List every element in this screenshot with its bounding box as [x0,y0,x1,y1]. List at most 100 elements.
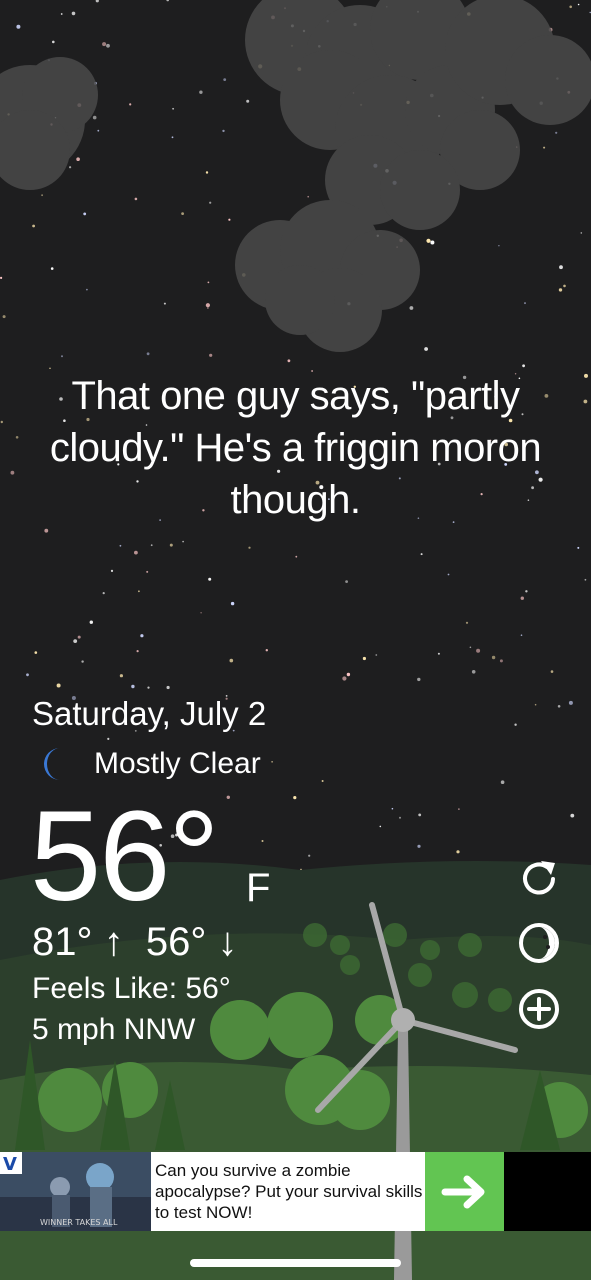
star [437,652,440,655]
star [26,673,29,677]
star [208,577,212,581]
star [226,795,230,799]
star [92,115,97,120]
add-icon [519,989,559,1029]
star [205,171,209,174]
ad-logo: V [3,1154,17,1175]
star [569,5,572,9]
star [56,683,61,688]
star [182,540,184,543]
crescent-moon-icon [44,748,60,780]
star [265,649,268,652]
star [568,700,573,705]
star [131,684,135,689]
star [550,670,554,673]
star [417,677,421,682]
star [229,658,234,663]
star [50,267,54,270]
star [471,670,476,674]
star [77,635,81,639]
star [44,528,49,533]
star [584,373,588,378]
ad-text[interactable]: Can you survive a zombie apocalypse? Put… [151,1152,425,1231]
theme-button[interactable] [516,920,562,966]
star [583,399,588,404]
star [102,592,105,595]
star [166,0,169,2]
ad-cta-button[interactable] [425,1152,504,1231]
star [89,620,94,624]
weather-condition: Mostly Clear [38,744,261,784]
home-indicator[interactable] [190,1259,401,1267]
refresh-icon [523,861,555,895]
star [287,359,291,363]
refresh-button[interactable] [516,856,562,902]
star [81,660,84,663]
star [456,850,460,854]
star [555,131,558,134]
background-scene [0,0,591,1280]
star [447,573,450,576]
headline-text: That one guy says, "partly cloudy." He's… [49,374,542,522]
star [0,420,3,424]
star [375,654,378,656]
ad-banner[interactable]: V WINNER TAKES ALL Can you survive a zom… [0,1152,591,1231]
star [95,0,99,3]
star [308,854,311,857]
star [83,212,87,216]
star [345,580,348,583]
star [69,166,72,169]
star [134,550,138,555]
star [458,808,460,810]
star [163,302,166,305]
star [97,129,100,132]
star [138,590,140,593]
star [207,281,210,284]
star [16,24,21,29]
star [129,103,132,106]
star [205,303,210,308]
star [498,245,500,247]
star [134,197,138,201]
star [417,844,421,848]
star [520,634,523,636]
star [140,634,144,638]
star [391,807,394,810]
star [469,646,472,649]
star [491,655,496,660]
star [362,656,366,661]
star [426,238,431,243]
feels-like: Feels Like: 56° [32,972,231,1005]
star [2,315,6,319]
star [181,212,185,216]
star [307,195,310,198]
star [418,813,422,817]
star [199,90,203,94]
star [107,737,110,741]
star [34,651,38,654]
star [577,546,580,549]
star [399,816,401,819]
star [584,578,587,581]
star [119,674,123,678]
star [500,780,505,784]
ad-image-caption: WINNER TAKES ALL [40,1218,118,1227]
star [110,569,114,573]
star [271,761,273,763]
star [424,347,428,351]
ad-image[interactable]: V WINNER TAKES ALL [0,1152,151,1231]
star [261,840,264,842]
add-location-button[interactable] [516,986,562,1032]
star [499,659,503,663]
star [293,796,297,800]
arrow-right-icon [441,1175,484,1208]
star [73,639,78,643]
star [222,129,225,133]
condition-label: Mostly Clear [94,747,261,780]
star [166,685,170,690]
high-low-temperature: 81° ↑ 56° ↓ [32,920,238,964]
star [543,146,546,149]
star [248,546,251,549]
star [522,364,525,368]
wind-speed: 5 mph NNW [32,1013,196,1046]
